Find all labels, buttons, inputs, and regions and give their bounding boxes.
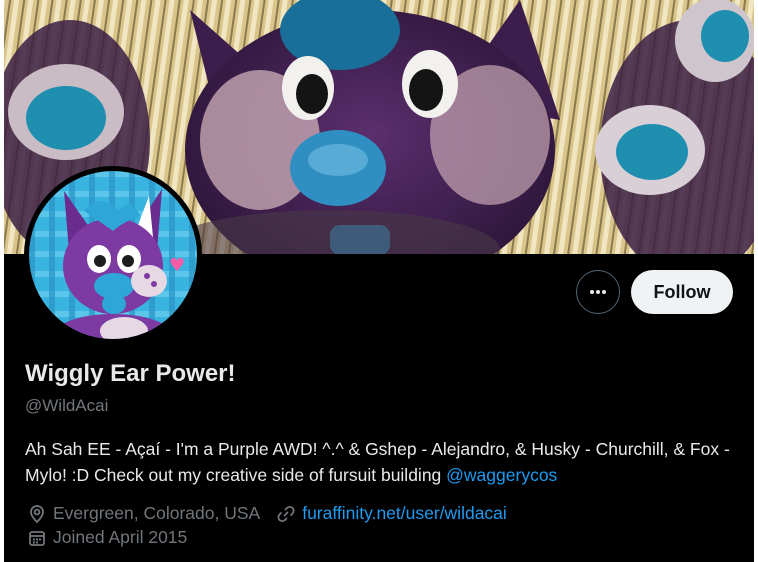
avatar[interactable]: ♥ [29, 171, 197, 339]
profile-joined-date: Joined April 2015 [53, 527, 188, 547]
profile-joined-row: Joined April 2015 [27, 527, 187, 548]
bio-mention-link[interactable]: @waggerycos [446, 465, 557, 485]
calendar-icon [27, 528, 47, 548]
profile-page: ♥ Follow Wiggly Ear Power! @WildAcai Ah … [0, 0, 758, 562]
avatar-cartoon-illustration: ♥ [29, 171, 197, 339]
profile-handle: @WildAcai [25, 396, 109, 415]
avatar-frame[interactable]: ♥ [24, 166, 202, 344]
profile-location: Evergreen, Colorado, USA [53, 503, 261, 523]
more-horizontal-icon [590, 290, 606, 294]
profile-meta-row: Evergreen, Colorado, USA furaffinity.net… [27, 503, 507, 524]
svg-text:♥: ♥ [169, 255, 185, 276]
more-options-button[interactable] [576, 270, 620, 314]
profile-display-name: Wiggly Ear Power! [25, 360, 236, 387]
right-frame-border [754, 0, 758, 562]
follow-button[interactable]: Follow [631, 270, 733, 314]
left-frame-border [0, 0, 4, 562]
map-pin-icon [27, 504, 47, 524]
profile-website-link[interactable]: furaffinity.net/user/wildacai [302, 503, 507, 524]
profile-bio: Ah Sah EE - Açaí - I'm a Purple AWD! ^.^… [25, 436, 740, 488]
link-icon [276, 504, 296, 524]
bio-text: Ah Sah EE - Açaí - I'm a Purple AWD! ^.^… [25, 439, 730, 485]
